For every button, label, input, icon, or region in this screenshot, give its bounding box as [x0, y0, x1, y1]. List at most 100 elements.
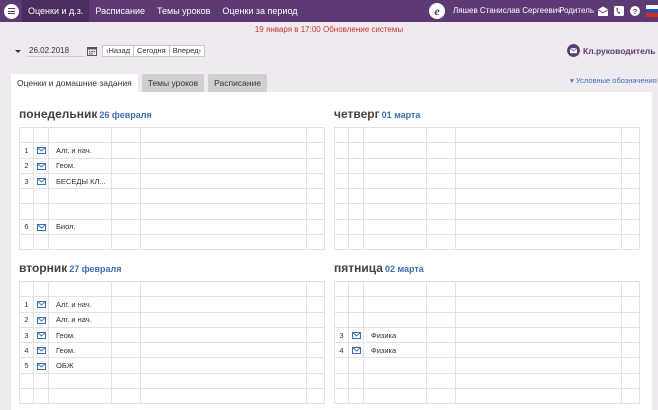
lesson-subject[interactable] — [363, 296, 427, 313]
lesson-row[interactable] — [334, 311, 640, 328]
lesson-subject[interactable] — [363, 280, 427, 298]
lesson-row[interactable] — [334, 388, 640, 405]
lesson-subject[interactable] — [363, 234, 427, 251]
lesson-row[interactable]: 3 БЕСЕДЫ КЛ... — [19, 172, 325, 190]
help-icon[interactable]: ? — [630, 6, 640, 16]
lesson-subject[interactable] — [48, 234, 112, 251]
lesson-subject[interactable] — [48, 203, 112, 220]
lesson-row[interactable]: 1 Алг. и нач. — [19, 142, 325, 159]
lesson-subject[interactable]: Алг. и нач. — [48, 311, 112, 328]
back-button[interactable]: ‹Назад — [102, 45, 134, 57]
envelope-icon[interactable] — [36, 300, 46, 309]
lesson-row[interactable] — [334, 142, 640, 159]
mail-icon[interactable] — [598, 6, 608, 16]
lesson-subject[interactable] — [363, 142, 427, 159]
lesson-row[interactable] — [334, 188, 640, 205]
lesson-row[interactable] — [19, 280, 325, 298]
lesson-subject[interactable] — [363, 157, 427, 174]
lesson-subject[interactable]: Алг. и нач. — [48, 296, 112, 313]
today-button[interactable]: Сегодня — [134, 45, 170, 57]
lesson-subject[interactable] — [363, 372, 427, 390]
lesson-row[interactable]: 6 Биол. — [19, 218, 325, 236]
lesson-grade-cell — [111, 296, 141, 313]
lesson-subject[interactable] — [48, 126, 112, 144]
class-teacher-link[interactable]: Кл.руководитель — [567, 44, 655, 57]
lesson-row[interactable]: 4 Физика — [334, 342, 640, 359]
envelope-icon[interactable] — [36, 222, 46, 231]
lesson-row[interactable] — [19, 126, 325, 144]
lesson-row[interactable] — [334, 203, 640, 220]
nav-lesson-topics[interactable]: Темы уроков — [151, 0, 216, 22]
chevron-down-icon[interactable] — [15, 49, 21, 53]
russian-flag-icon[interactable] — [646, 5, 658, 17]
tab-grades-homework[interactable]: Оценки и домашние задания — [11, 74, 138, 92]
lesson-row[interactable]: 3 Физика — [334, 326, 640, 344]
lesson-row[interactable] — [19, 372, 325, 390]
lesson-subject[interactable] — [48, 372, 112, 390]
lesson-row[interactable] — [19, 388, 325, 405]
lesson-subject[interactable] — [363, 188, 427, 205]
lesson-row[interactable] — [19, 203, 325, 220]
lesson-row[interactable]: 2 Алг. и нач. — [19, 311, 325, 328]
lesson-row[interactable]: 2 Геом. — [19, 157, 325, 174]
user-name[interactable]: Ляшев Станислав Сергеевич — [453, 0, 561, 22]
lesson-row[interactable] — [334, 218, 640, 236]
nav-schedule[interactable]: Расписание — [89, 0, 151, 22]
phone-icon[interactable] — [614, 6, 624, 16]
date-field[interactable] — [27, 45, 85, 57]
lesson-subject[interactable] — [363, 311, 427, 328]
lesson-row[interactable] — [334, 357, 640, 374]
lesson-subject[interactable]: Физика — [363, 326, 427, 344]
lesson-subject[interactable] — [48, 388, 112, 405]
lesson-subject[interactable] — [363, 126, 427, 144]
lesson-subject[interactable]: Геом. — [48, 326, 112, 344]
nav-grades-homework[interactable]: Оценки и д.з. — [22, 0, 90, 22]
envelope-icon[interactable] — [36, 331, 46, 340]
menu-button[interactable] — [0, 0, 22, 22]
lesson-subject[interactable] — [363, 357, 427, 374]
lesson-row[interactable]: 4 Геом. — [19, 342, 325, 359]
lesson-row[interactable] — [334, 372, 640, 390]
lesson-row[interactable] — [19, 234, 325, 251]
lesson-subject[interactable] — [363, 172, 427, 190]
lesson-row[interactable]: 3 Геом. — [19, 326, 325, 344]
lesson-row[interactable]: 5 ОБЖ — [19, 357, 325, 374]
lesson-subject[interactable]: ОБЖ — [48, 357, 112, 374]
lesson-subject[interactable]: Геом. — [48, 157, 112, 174]
lesson-subject[interactable]: БЕСЕДЫ КЛ... — [48, 172, 112, 190]
forward-button[interactable]: Вперед› — [169, 45, 206, 57]
lesson-subject[interactable] — [48, 280, 112, 298]
lesson-row[interactable] — [334, 157, 640, 174]
envelope-icon[interactable] — [351, 346, 361, 355]
calendar-icon[interactable] — [87, 46, 97, 56]
lesson-row[interactable] — [19, 188, 325, 205]
lesson-row[interactable] — [334, 234, 640, 251]
lesson-row[interactable] — [334, 126, 640, 144]
system-notice[interactable]: 19 января в 17:00 Обновление системы — [0, 25, 658, 34]
nav-period-grades[interactable]: Оценки за период — [216, 0, 303, 22]
lesson-row[interactable] — [334, 172, 640, 190]
lesson-subject[interactable] — [363, 218, 427, 236]
lesson-subject[interactable] — [363, 203, 427, 220]
tab-lesson-topics[interactable]: Темы уроков — [141, 74, 205, 92]
user-role[interactable]: Родитель — [559, 0, 594, 22]
lesson-subject[interactable] — [363, 388, 427, 405]
envelope-icon[interactable] — [36, 177, 46, 186]
envelope-icon[interactable] — [36, 146, 46, 155]
lesson-subject[interactable]: Алг. и нач. — [48, 142, 112, 159]
envelope-icon[interactable] — [36, 315, 46, 324]
envelope-icon[interactable] — [36, 346, 46, 355]
lesson-row[interactable]: 1 Алг. и нач. — [19, 296, 325, 313]
envelope-icon[interactable] — [36, 361, 46, 370]
lesson-subject[interactable]: Физика — [363, 342, 427, 359]
legend-link[interactable]: ▾ Условные обозначения — [570, 76, 657, 85]
envelope-icon[interactable] — [351, 331, 361, 340]
lesson-row[interactable] — [334, 296, 640, 313]
envelope-icon[interactable] — [36, 161, 46, 170]
tab-schedule[interactable]: Расписание — [208, 74, 268, 92]
app-logo[interactable]: e — [429, 3, 445, 19]
lesson-row[interactable] — [334, 280, 640, 298]
lesson-subject[interactable] — [48, 188, 112, 205]
lesson-subject[interactable]: Геом. — [48, 342, 112, 359]
lesson-subject[interactable]: Биол. — [48, 218, 112, 236]
